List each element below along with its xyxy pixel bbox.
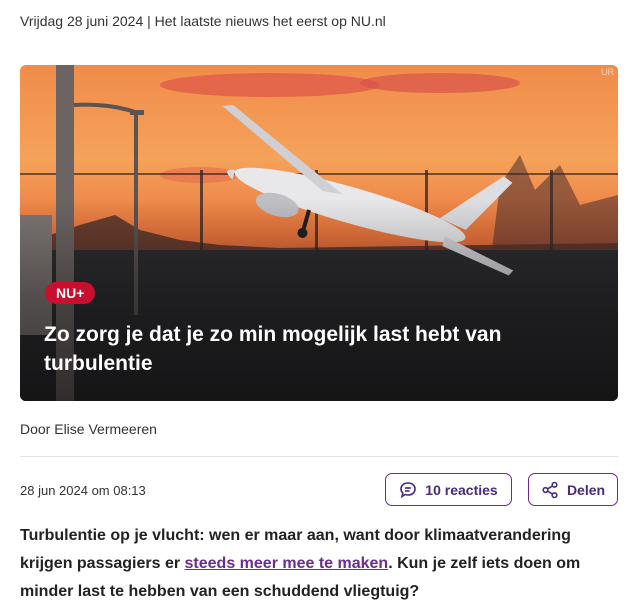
share-icon xyxy=(541,481,559,499)
dateline: Vrijdag 28 juni 2024 | Het laatste nieuw… xyxy=(20,13,386,29)
divider xyxy=(20,456,618,457)
intro-link[interactable]: steeds meer mee te maken xyxy=(185,555,389,572)
publish-date: 28 jun 2024 om 08:13 xyxy=(20,483,146,498)
share-button[interactable]: Delen xyxy=(528,473,618,506)
speech-bubble-icon xyxy=(399,481,417,499)
share-label: Delen xyxy=(566,481,606,498)
reactions-label: 10 reacties xyxy=(425,481,498,498)
nu-plus-badge: NU+ xyxy=(45,282,96,304)
hero-article-card[interactable]: UR NU+ Zo zorg je dat je zo min mogelijk… xyxy=(20,65,618,401)
article-intro: Turbulentie op je vlucht: wen er maar aa… xyxy=(20,522,624,606)
article-author: Door Elise Vermeeren xyxy=(20,421,157,437)
reactions-button[interactable]: 10 reacties xyxy=(385,473,512,506)
article-title[interactable]: Zo zorg je dat je zo min mogelijk last h… xyxy=(44,320,584,378)
image-watermark: UR xyxy=(601,67,614,77)
